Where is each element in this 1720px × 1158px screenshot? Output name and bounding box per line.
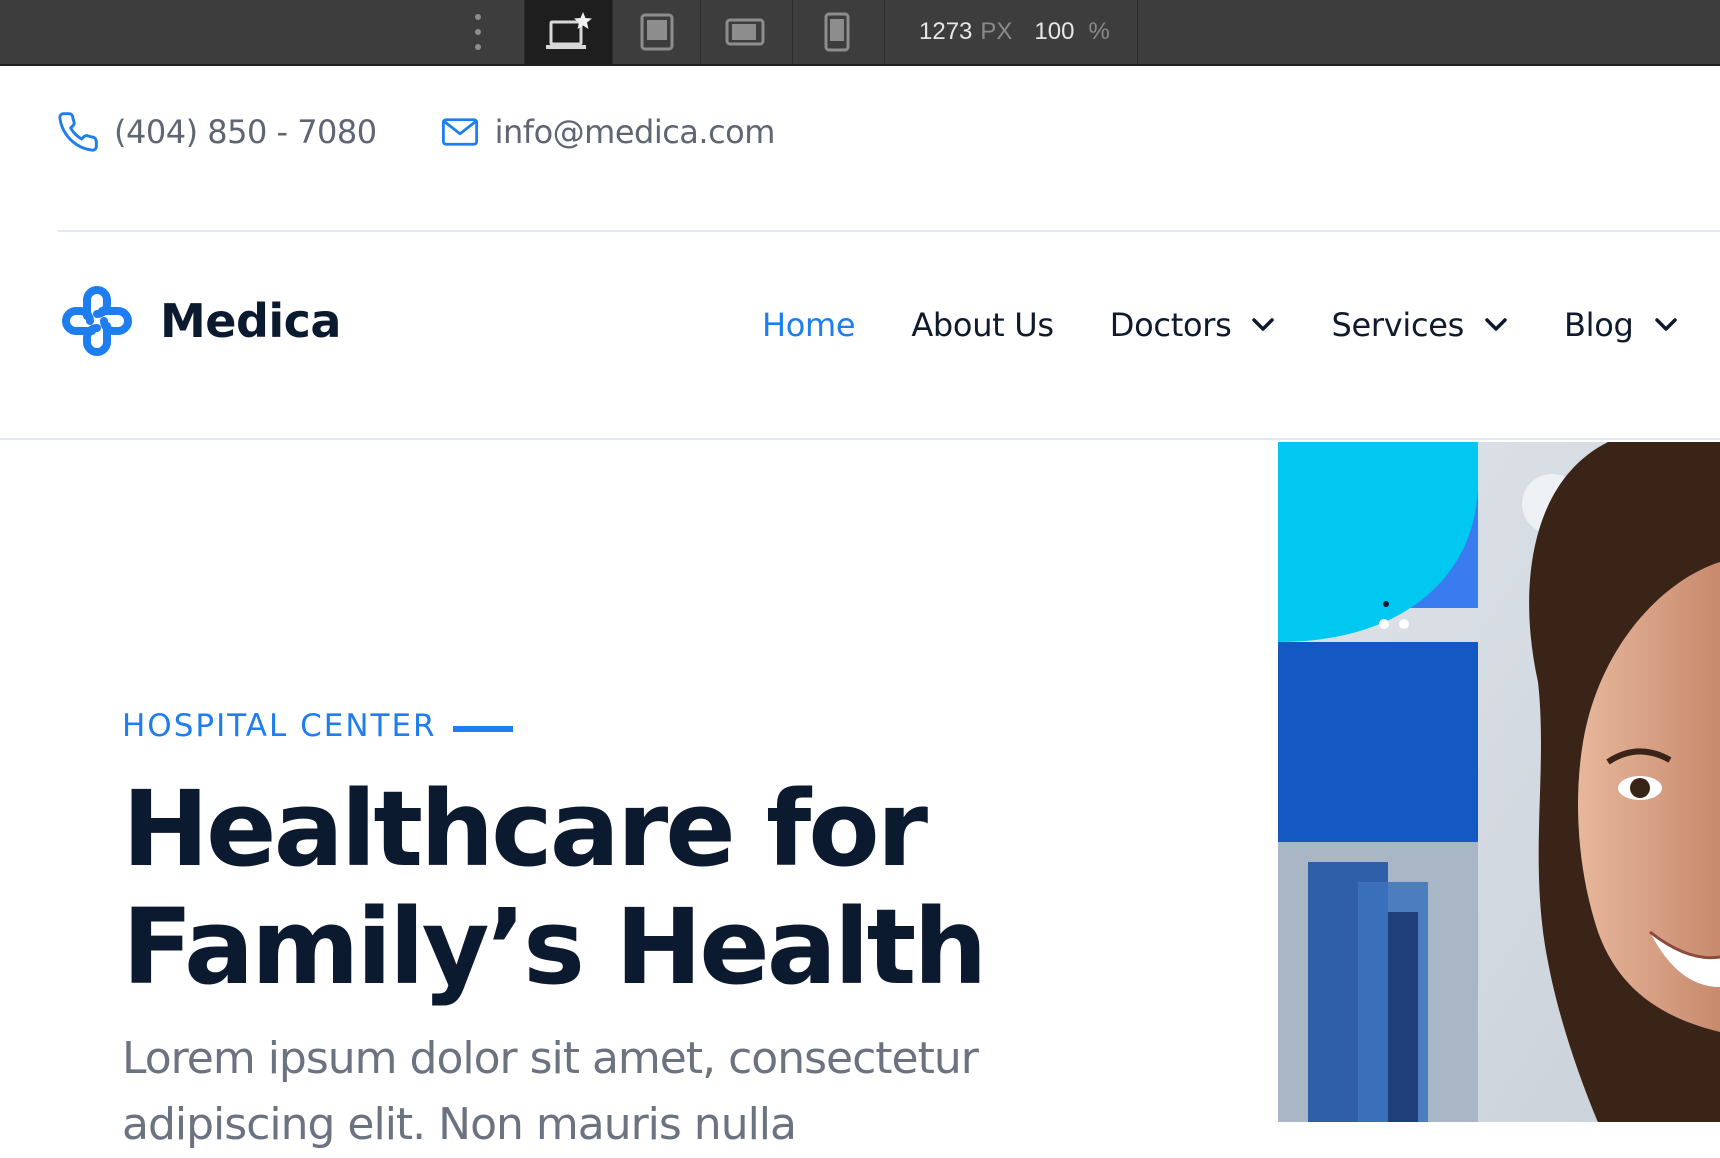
eyebrow-accent-line [452,726,513,732]
zoom-unit: % [1088,18,1110,45]
desktop-view-button[interactable] [524,0,612,64]
hero-doctor-photo [1278,442,1720,1122]
brand-name: Medica [160,294,341,348]
brand-logo[interactable]: Medica [56,280,341,362]
zoom-value[interactable]: 100 [1034,18,1074,46]
nav-item-label: Home [762,306,856,344]
hero-photo-illustration [1278,442,1720,1122]
main-nav: Home About Us Doctors Services Blog [762,306,1720,344]
nav-item-label: About Us [911,306,1054,344]
nav-item-about-us[interactable]: About Us [911,306,1054,344]
email-address: info@medica.com [494,113,776,151]
desktop-icon [545,12,592,49]
chevron-down-icon [1485,318,1507,331]
header-divider [58,230,1720,232]
tablet-landscape-icon [725,18,764,46]
nav-item-blog[interactable]: Blog [1564,306,1678,344]
hero-description: Lorem ipsum dolor sit amet, consectetur … [122,1033,979,1150]
tablet-landscape-view-button[interactable] [700,0,788,64]
nav-item-label: Doctors [1109,306,1232,344]
width-unit: PX [980,18,1013,45]
chevron-down-icon [1252,318,1275,331]
more-options-icon[interactable] [470,14,486,50]
contact-phone[interactable]: (404) 850 - 7080 [56,110,377,154]
hero-title-line-1: Healthcare for [122,768,928,890]
nav-item-label: Services [1331,306,1465,344]
editor-toolbar: 1273 PX 100 % [0,0,1720,66]
nav-item-services[interactable]: Services [1331,306,1508,344]
eyebrow-text: HOSPITAL CENTER [122,708,437,744]
nav-item-doctors[interactable]: Doctors [1110,306,1276,344]
viewport-size-readout: 1273 PX 100 % [884,0,1138,64]
nav-item-label: Blog [1564,306,1634,344]
hero-title-line-2: Family’s Health [122,886,987,1008]
nav-divider [0,438,1720,440]
medical-cross-logo-icon [62,286,132,356]
contact-email[interactable]: info@medica.com [439,111,775,153]
tablet-icon [640,13,673,51]
hero-eyebrow: HOSPITAL CENTER [122,708,513,744]
phone-icon [58,112,98,152]
nav-item-home[interactable]: Home [762,306,856,344]
hero-title: Healthcare for Family’s Health [122,770,1002,1006]
mobile-view-button[interactable] [792,0,880,64]
tablet-view-button[interactable] [612,0,700,64]
mail-icon [441,118,478,146]
mobile-icon [824,12,849,52]
contact-bar: (404) 850 - 7080 info@medica.com [56,110,775,154]
width-value[interactable]: 1273 [919,18,972,46]
phone-number: (404) 850 - 7080 [114,113,377,151]
chevron-down-icon [1654,318,1677,331]
